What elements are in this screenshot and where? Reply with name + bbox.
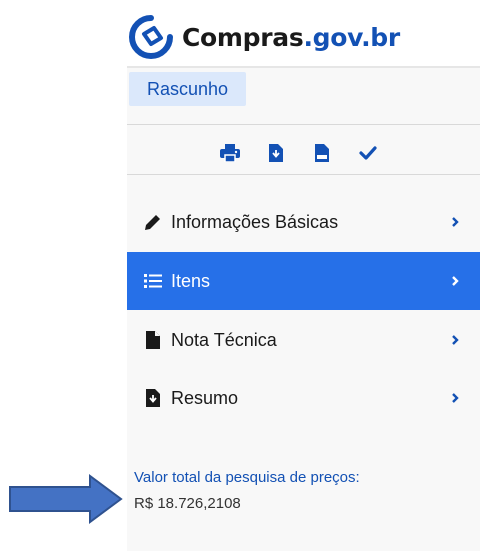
chevron-right-icon	[452, 335, 459, 345]
status-badge: Rascunho	[129, 72, 246, 106]
sidebar-panel: Rascunho Informações Básicas Itens Nota …	[127, 66, 480, 551]
confirm-button[interactable]	[357, 142, 379, 164]
export-csv-button[interactable]	[311, 142, 333, 164]
download-button[interactable]	[265, 142, 287, 164]
menu-item-label: Resumo	[171, 387, 239, 408]
download-file-icon	[269, 144, 283, 162]
list-icon	[143, 272, 163, 290]
logo-domain: .gov.br	[303, 22, 400, 52]
menu-item-resumo[interactable]: Resumo	[127, 369, 480, 427]
action-toolbar	[127, 136, 480, 168]
print-icon	[220, 144, 240, 162]
print-button[interactable]	[219, 142, 241, 164]
total-label: Valor total da pesquisa de preços:	[134, 469, 360, 486]
check-icon	[359, 146, 377, 160]
divider-top	[127, 124, 480, 125]
app-logo[interactable]: Compras.gov.br	[128, 12, 400, 62]
menu-item-label: Nota Técnica	[171, 329, 277, 350]
menu-item-nota-tecnica[interactable]: Nota Técnica	[127, 311, 480, 369]
menu-item-label: Itens	[171, 270, 211, 291]
compras-logo-icon	[129, 15, 173, 59]
chevron-right-icon	[452, 217, 459, 227]
logo-name: Compras	[182, 22, 304, 52]
chevron-right-icon	[452, 276, 459, 286]
pencil-icon	[143, 213, 163, 231]
csv-file-icon	[315, 144, 329, 162]
menu-item-itens[interactable]: Itens	[127, 252, 480, 310]
logo-wordmark: Compras.gov.br	[182, 23, 400, 52]
pointer-arrow-icon	[9, 474, 123, 524]
divider-bottom	[127, 174, 480, 175]
menu-item-informacoes-basicas[interactable]: Informações Básicas	[127, 193, 480, 251]
total-value: R$ 18.726,2108	[134, 495, 241, 512]
chevron-right-icon	[452, 393, 459, 403]
file-icon	[143, 331, 163, 349]
menu-item-label: Informações Básicas	[171, 211, 339, 232]
file-download-icon	[143, 389, 163, 407]
